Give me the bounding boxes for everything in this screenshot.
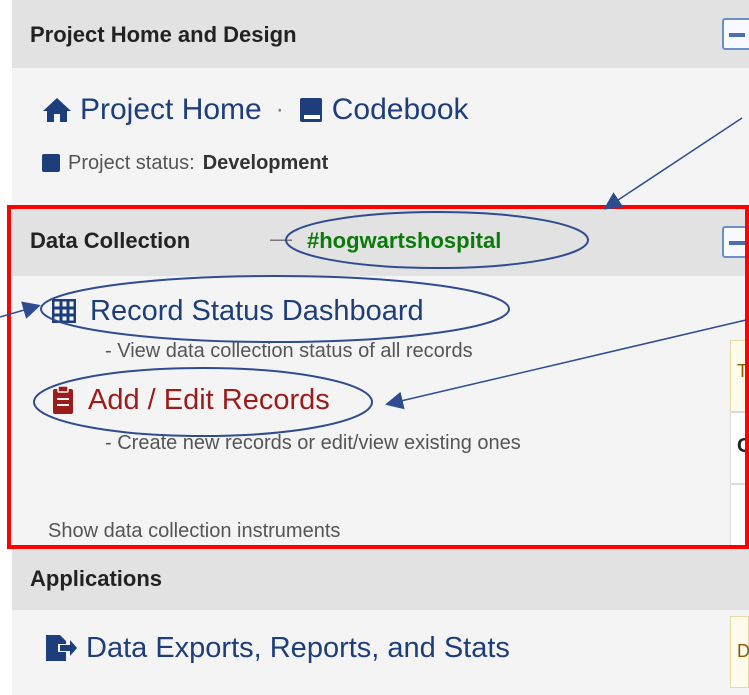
highlight-box: [7, 205, 749, 549]
tag-ellipse: [285, 211, 589, 269]
dashboard-ellipse: [40, 275, 510, 343]
annotation-overlay: [0, 117, 749, 549]
annotation-arrow: [0, 301, 41, 319]
annotation-arrow: [603, 117, 743, 210]
add-edit-ellipse: [33, 367, 373, 437]
